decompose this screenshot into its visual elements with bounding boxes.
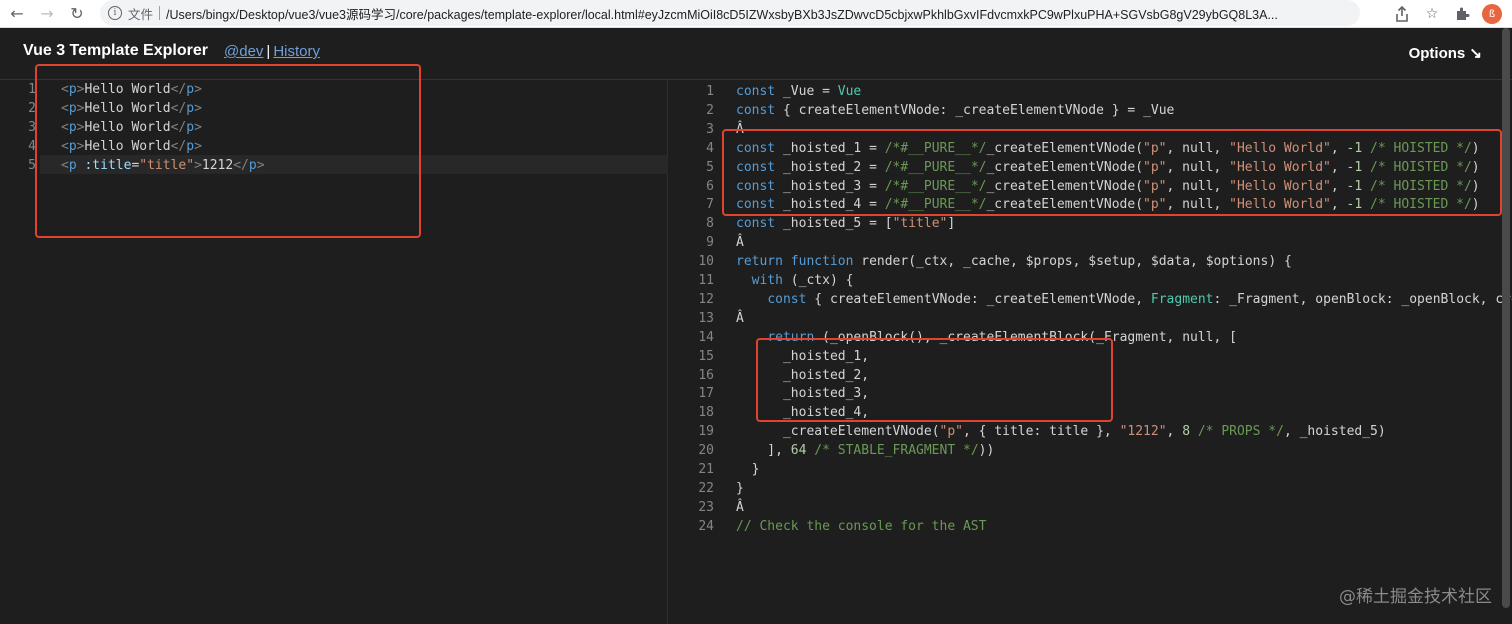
- scheme-label: 文件: [128, 6, 154, 22]
- line-number: 21: [698, 462, 714, 477]
- toolbar-icons: ☆ ß: [1392, 0, 1512, 28]
- code-line[interactable]: ], 64 /* STABLE_FRAGMENT */)): [736, 441, 994, 460]
- back-icon[interactable]: ←: [4, 1, 30, 27]
- code-line[interactable]: const { createElementVNode: _createEleme…: [736, 290, 1512, 309]
- vertical-scrollbar[interactable]: [1500, 28, 1510, 624]
- url-text[interactable]: /Users/bingx/Desktop/vue3/vue3源码学习/core/…: [166, 4, 1326, 23]
- line-number: 7: [706, 197, 714, 213]
- watermark: @稀土掘金技术社区: [1339, 587, 1492, 607]
- line-number: 4: [28, 139, 36, 154]
- line-number: 19: [698, 424, 714, 440]
- code-line[interactable]: const _Vue = Vue: [736, 82, 861, 101]
- line-number: 24: [698, 518, 714, 534]
- history-link[interactable]: History: [273, 43, 320, 60]
- line-number: 5: [28, 158, 36, 173]
- line-number: 5: [706, 159, 714, 175]
- line-number: 15: [698, 348, 714, 364]
- forward-icon[interactable]: →: [34, 1, 60, 27]
- code-line[interactable]: _createElementVNode("p", { title: title …: [736, 422, 1386, 441]
- line-number: 17: [698, 386, 714, 402]
- line-number: 10: [698, 254, 714, 270]
- line-number: 20: [698, 443, 714, 459]
- code-line[interactable]: const { createElementVNode: _createEleme…: [736, 101, 1174, 120]
- options-toggle[interactable]: Options ↘: [1409, 44, 1482, 62]
- line-number: 18: [698, 405, 714, 421]
- share-icon[interactable]: [1392, 4, 1412, 24]
- reload-icon[interactable]: ↻: [64, 1, 90, 27]
- line-number: 1: [706, 84, 714, 99]
- line-number: 8: [706, 216, 714, 232]
- line-number: 11: [698, 273, 714, 288]
- code-line[interactable]: Â: [736, 498, 744, 517]
- line-number: 2: [28, 101, 36, 116]
- star-icon[interactable]: ☆: [1422, 4, 1442, 24]
- code-line[interactable]: with (_ctx) {: [736, 271, 854, 290]
- address-separator: [159, 6, 161, 20]
- line-number: 3: [28, 120, 36, 135]
- dev-link[interactable]: @dev: [224, 43, 263, 60]
- header-links: @dev | History: [224, 43, 320, 60]
- code-line[interactable]: return function render(_ctx, _cache, $pr…: [736, 252, 1292, 271]
- browser-toolbar: ← → ↻ i 文件 /Users/bingx/Desktop/vue3/vue…: [0, 0, 1512, 28]
- line-number: 6: [706, 178, 714, 194]
- info-icon[interactable]: i: [108, 6, 122, 20]
- address-bar[interactable]: i 文件 /Users/bingx/Desktop/vue3/vue3源码学习/…: [100, 0, 1360, 26]
- link-separator: |: [266, 43, 271, 60]
- page-title: Vue 3 Template Explorer: [23, 42, 208, 59]
- code-line[interactable]: Â: [736, 309, 744, 328]
- line-number: 23: [698, 499, 714, 515]
- line-number: 16: [698, 367, 714, 383]
- line-number: 14: [698, 329, 714, 345]
- code-line[interactable]: }: [736, 479, 744, 498]
- line-number: 2: [706, 102, 714, 118]
- line-number: 22: [698, 480, 714, 496]
- code-line[interactable]: }: [736, 460, 760, 479]
- annotation-box-hoisted-refs: [756, 338, 1113, 422]
- annotation-box-hoisted-consts: [722, 129, 1502, 216]
- code-line[interactable]: // Check the console for the AST: [736, 517, 986, 536]
- code-line[interactable]: Â: [736, 233, 744, 252]
- profile-avatar[interactable]: ß: [1482, 4, 1502, 24]
- line-number: 12: [698, 291, 714, 307]
- line-number: 1: [28, 82, 36, 97]
- annotation-box-source: [35, 64, 421, 238]
- code-line[interactable]: const _hoisted_5 = ["title"]: [736, 214, 955, 233]
- extensions-icon[interactable]: [1452, 4, 1472, 24]
- line-number: 4: [706, 140, 714, 156]
- scrollbar-thumb[interactable]: [1502, 28, 1510, 608]
- line-number: 9: [706, 235, 714, 251]
- line-number: 3: [706, 121, 714, 137]
- line-number: 13: [698, 310, 714, 326]
